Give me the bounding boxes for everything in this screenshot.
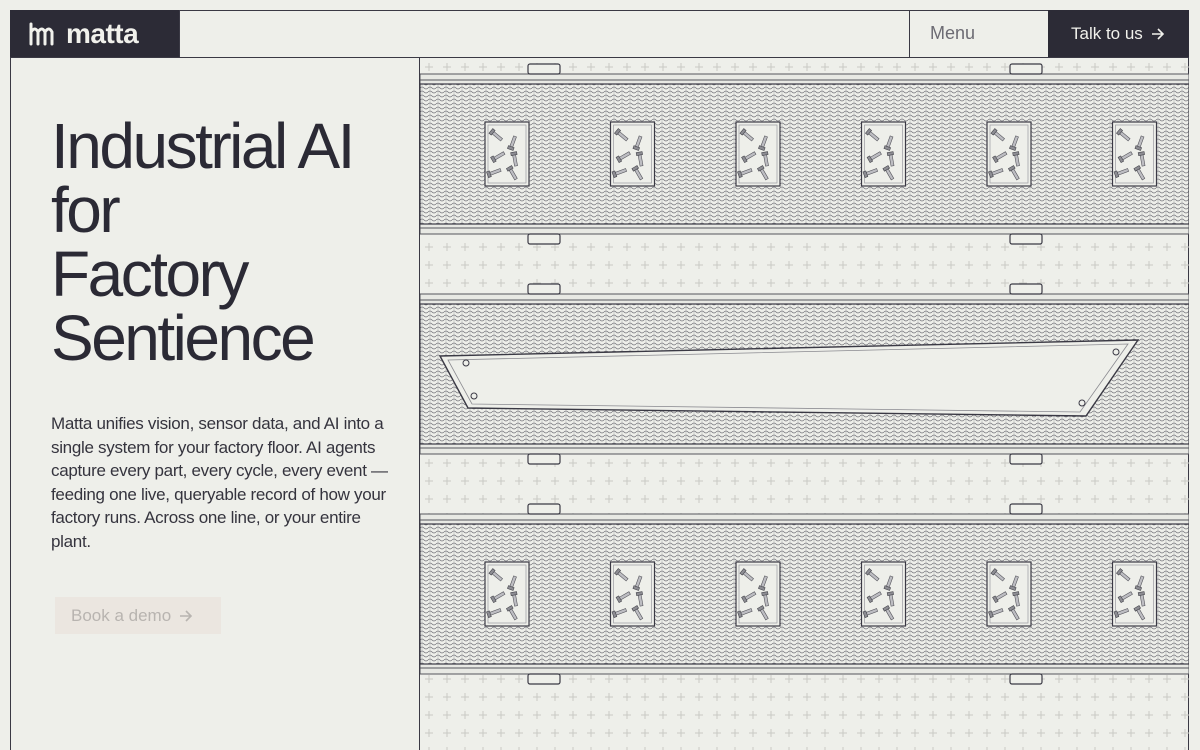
hero-section: Industrial AI for Factory Sentience Matt… — [11, 58, 419, 750]
conveyor-belts-illustration — [420, 58, 1189, 750]
belts-group — [420, 63, 1189, 685]
hero-title-line: Sentience — [51, 302, 316, 374]
conveyor-belt — [420, 503, 1189, 685]
bolt-head — [1137, 151, 1145, 156]
bolt-head — [510, 591, 518, 596]
conveyor-belt — [420, 63, 1189, 245]
belt-bracket — [1009, 503, 1043, 515]
belt-bracket — [1009, 283, 1043, 295]
header-divider — [179, 10, 180, 57]
belt-bracket — [527, 453, 561, 465]
hero-title: Industrial AI for Factory Sentience — [51, 114, 411, 370]
brand-name: matta — [66, 17, 139, 49]
belt-bracket — [527, 233, 561, 245]
site-header: matta Menu Talk to us — [10, 10, 1189, 58]
bolt-head — [886, 151, 894, 156]
panel-rivet — [462, 359, 470, 367]
hero-description: Matta unifies vision, sensor data, and A… — [51, 414, 388, 551]
panel-rivet — [1112, 348, 1120, 356]
book-demo-label: Book a demo — [71, 605, 172, 625]
book-demo-button[interactable]: Book a demo — [55, 597, 221, 634]
arrow-right-icon — [180, 609, 193, 622]
panel-rivet — [470, 392, 478, 400]
belt-bracket — [1009, 63, 1043, 75]
belt-bracket — [527, 283, 561, 295]
arrow-right-icon — [1151, 27, 1164, 40]
talk-to-us-label: Talk to us — [1071, 23, 1143, 43]
belt-bracket — [527, 503, 561, 515]
bolt-head — [1012, 151, 1020, 156]
bolt-head — [635, 151, 643, 156]
belt-bracket — [527, 63, 561, 75]
conveyor-belt — [420, 283, 1189, 465]
bolt-head — [761, 591, 769, 596]
hero-title-line: for — [51, 174, 121, 246]
panel-rivet — [1078, 399, 1086, 407]
belt-bracket — [1009, 453, 1043, 465]
talk-to-us-button[interactable]: Talk to us — [1048, 10, 1189, 57]
belt-bracket — [1009, 233, 1043, 245]
bolt-head — [761, 151, 769, 156]
belt-chain — [420, 83, 1189, 225]
menu-button[interactable]: Menu — [909, 10, 1048, 57]
bolt-head — [635, 591, 643, 596]
menu-label: Menu — [930, 23, 976, 43]
belt-chain — [420, 523, 1189, 665]
bolt-head — [510, 151, 518, 156]
bolt-head — [886, 591, 894, 596]
brand-logo[interactable]: matta — [10, 10, 179, 57]
hero-title-line: Industrial AI — [51, 110, 355, 182]
bolt-head — [1137, 591, 1145, 596]
bolt-head — [1012, 591, 1020, 596]
hero-title-line: Factory — [51, 238, 249, 310]
belt-bracket — [527, 673, 561, 685]
matta-logo-icon — [29, 22, 54, 45]
illustration-svg — [420, 58, 1189, 750]
belt-bracket — [1009, 673, 1043, 685]
